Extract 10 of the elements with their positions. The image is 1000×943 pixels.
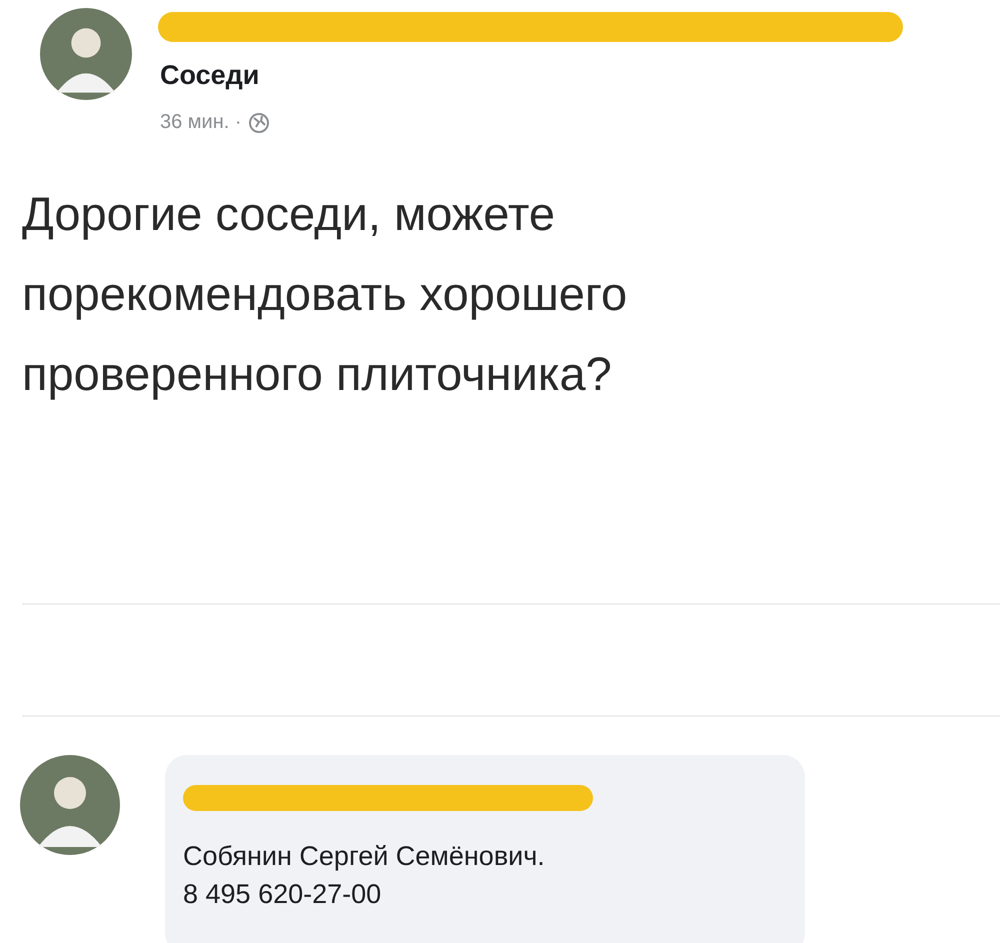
post-text-line: порекомендовать хорошего <box>22 266 628 322</box>
post-time: 36 мин. · <box>160 111 242 134</box>
group-name[interactable]: Соседи <box>160 60 270 91</box>
comment-text-line: 8 495 620-27-00 <box>183 878 382 911</box>
globe-icon <box>248 112 270 134</box>
avatar-icon <box>20 755 120 855</box>
post-text-line: проверенного плиточника? <box>22 346 613 402</box>
avatar-icon <box>40 8 132 100</box>
post-text-line: Дорогие соседи, можете <box>22 186 556 242</box>
comment-text-line: Собянин Сергей Семёнович. <box>183 840 546 873</box>
